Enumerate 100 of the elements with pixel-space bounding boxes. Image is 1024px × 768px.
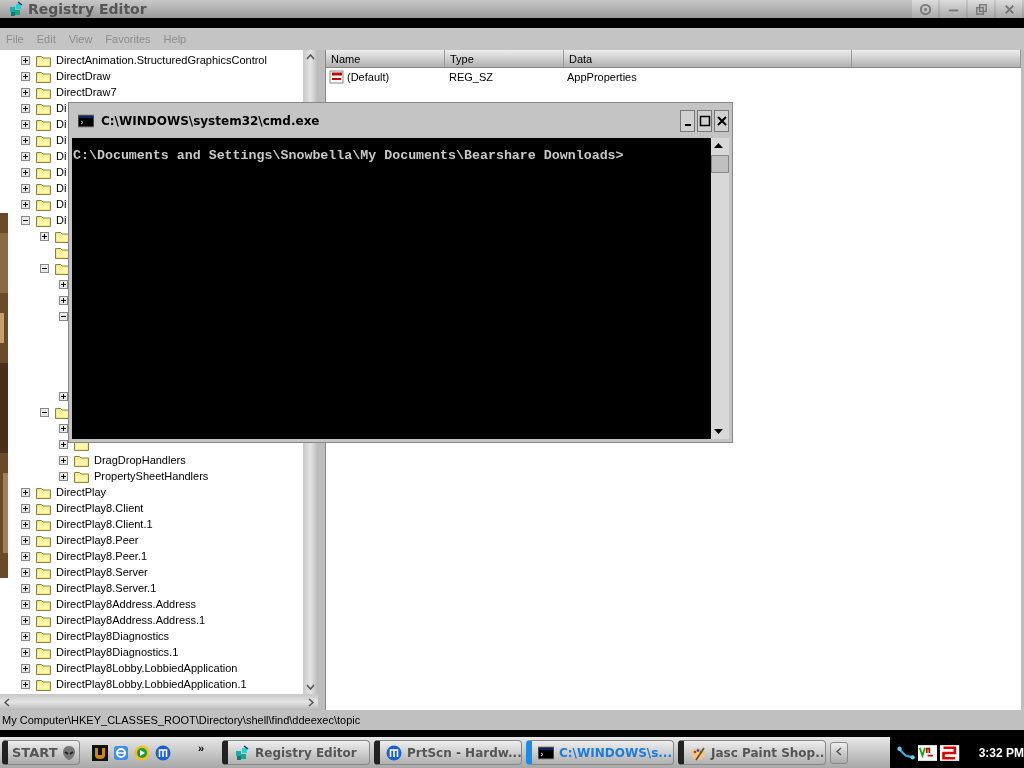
expand-icon[interactable] [21, 599, 30, 609]
folder-icon [36, 613, 51, 627]
tree-item[interactable]: DirectAnimation.StructuredGraphicsControl [56, 54, 267, 66]
collapse-icon[interactable] [21, 215, 30, 225]
gear-icon[interactable] [917, 1, 933, 17]
tree-item[interactable]: Di [56, 214, 67, 226]
taskbar-button[interactable]: PrtScn - Hardw... [374, 740, 522, 765]
column-header[interactable]: Data [564, 50, 852, 67]
vnc-icon[interactable] [918, 743, 938, 762]
m-logo-icon[interactable] [155, 744, 171, 761]
tree-item[interactable]: DirectPlay8.Server.1 [56, 582, 157, 594]
tree-item[interactable]: DirectPlay8Lobby.LobbiedApplication [56, 662, 238, 674]
tree-item[interactable]: DirectPlay8Diagnostics.1 [56, 646, 179, 658]
folder-icon [36, 485, 51, 499]
tree-item[interactable]: DirectPlay8Lobby.LobbiedApplication.1 [56, 678, 247, 690]
tray-app-icon[interactable] [940, 743, 960, 762]
folder-icon [36, 165, 51, 179]
expand-icon[interactable] [21, 119, 30, 129]
clock[interactable]: 3:32 PM [978, 745, 1024, 760]
expand-icon[interactable] [21, 551, 30, 561]
expand-icon[interactable] [21, 199, 30, 209]
expand-icon[interactable] [59, 471, 68, 481]
tree-item[interactable]: DirectPlay8.Client.1 [56, 518, 153, 530]
tree-item[interactable]: DirectPlay [56, 486, 107, 498]
folder-icon [36, 69, 51, 83]
column-header[interactable]: Name [326, 50, 445, 67]
tree-item[interactable]: DirectPlay8.Peer [56, 534, 139, 546]
column-header[interactable]: Type [445, 50, 564, 67]
expand-icon[interactable] [59, 279, 68, 289]
tree-item[interactable]: DirectPlay8.Server [56, 566, 148, 578]
game-icon[interactable] [92, 744, 108, 761]
expand-icon[interactable] [21, 87, 30, 97]
play-icon[interactable] [134, 744, 150, 761]
expand-icon[interactable] [21, 487, 30, 497]
expand-icon[interactable] [21, 103, 30, 113]
expand-icon[interactable] [21, 663, 30, 673]
tree-item[interactable]: DirectDraw7 [56, 86, 117, 98]
expand-icon[interactable] [21, 647, 30, 657]
tree-item[interactable]: DirectPlay8.Client [56, 502, 144, 514]
tree-item[interactable]: DirectPlay8Diagnostics [56, 630, 170, 642]
expand-icon[interactable] [21, 679, 30, 689]
m-logo-icon[interactable] [386, 744, 402, 761]
tree-item[interactable]: Di [56, 134, 67, 146]
expand-icon[interactable] [21, 167, 30, 177]
restore-button[interactable] [968, 0, 994, 18]
expand-icon[interactable] [21, 503, 30, 513]
folder-icon [36, 661, 51, 675]
window-title: C:\WINDOWS\system32\cmd.exe [101, 113, 321, 128]
tree-item[interactable]: DirectPlay8Address.Address [56, 598, 196, 610]
tree-item[interactable]: Di [56, 150, 67, 162]
taskbar-button[interactable]: Registry Editor [222, 740, 370, 765]
collapse-icon[interactable] [59, 311, 68, 321]
expand-icon[interactable] [21, 151, 30, 161]
expand-icon[interactable] [21, 55, 30, 65]
collapse-icon[interactable] [40, 407, 49, 417]
expand-icon[interactable] [40, 231, 49, 241]
tree-item[interactable]: DirectPlay8Address.Address.1 [56, 614, 206, 626]
folder-icon [36, 549, 51, 563]
tree-item[interactable]: DirectDraw [56, 70, 111, 82]
console-icon[interactable] [538, 744, 554, 761]
tree-item[interactable]: DragDropHandlers [94, 454, 186, 466]
expand-icon[interactable] [21, 535, 30, 545]
folder-icon [36, 501, 51, 515]
table-cell: (Default) [347, 71, 390, 83]
expand-icon[interactable] [21, 631, 30, 641]
expand-icon[interactable] [59, 391, 68, 401]
expand-icon[interactable] [21, 567, 30, 577]
expand-icon[interactable] [59, 295, 68, 305]
more-button[interactable]: » [197, 742, 204, 754]
expand-icon[interactable] [59, 423, 68, 433]
expand-icon[interactable] [21, 519, 30, 529]
expand-icon[interactable] [21, 583, 30, 593]
browser-icon[interactable] [113, 744, 129, 761]
settings-button[interactable] [912, 0, 938, 18]
network-icon[interactable] [896, 743, 916, 762]
scrollbar[interactable] [711, 138, 729, 439]
scroll-thumb[interactable] [711, 155, 729, 173]
restore-icon[interactable] [973, 1, 989, 17]
folder-icon [36, 197, 51, 211]
expand-icon[interactable] [21, 183, 30, 193]
expand-icon[interactable] [59, 439, 68, 449]
tree-item[interactable]: Di [56, 118, 67, 130]
expand-icon[interactable] [21, 71, 30, 81]
cubes-icon[interactable] [234, 744, 250, 761]
start-button[interactable]: START [2, 740, 80, 765]
expand-icon[interactable] [21, 135, 30, 145]
expand-icon[interactable] [21, 615, 30, 625]
tree-item[interactable]: Di [56, 182, 67, 194]
window-title: Registry Editor [28, 1, 148, 17]
tree-item[interactable]: Di [56, 102, 67, 114]
collapse-icon[interactable] [40, 263, 49, 273]
expand-icon[interactable] [59, 455, 68, 465]
tree-item[interactable]: PropertySheetHandlers [94, 470, 209, 482]
scroll-left-button[interactable] [830, 741, 848, 764]
scrollbar[interactable] [0, 694, 318, 710]
taskbar-button[interactable]: Jasc Paint Shop... [678, 740, 826, 765]
tree-item[interactable]: Di [56, 198, 67, 210]
folder-icon [36, 181, 51, 195]
tree-item[interactable]: Di [56, 166, 67, 178]
tree-item[interactable]: DirectPlay8.Peer.1 [56, 550, 148, 562]
